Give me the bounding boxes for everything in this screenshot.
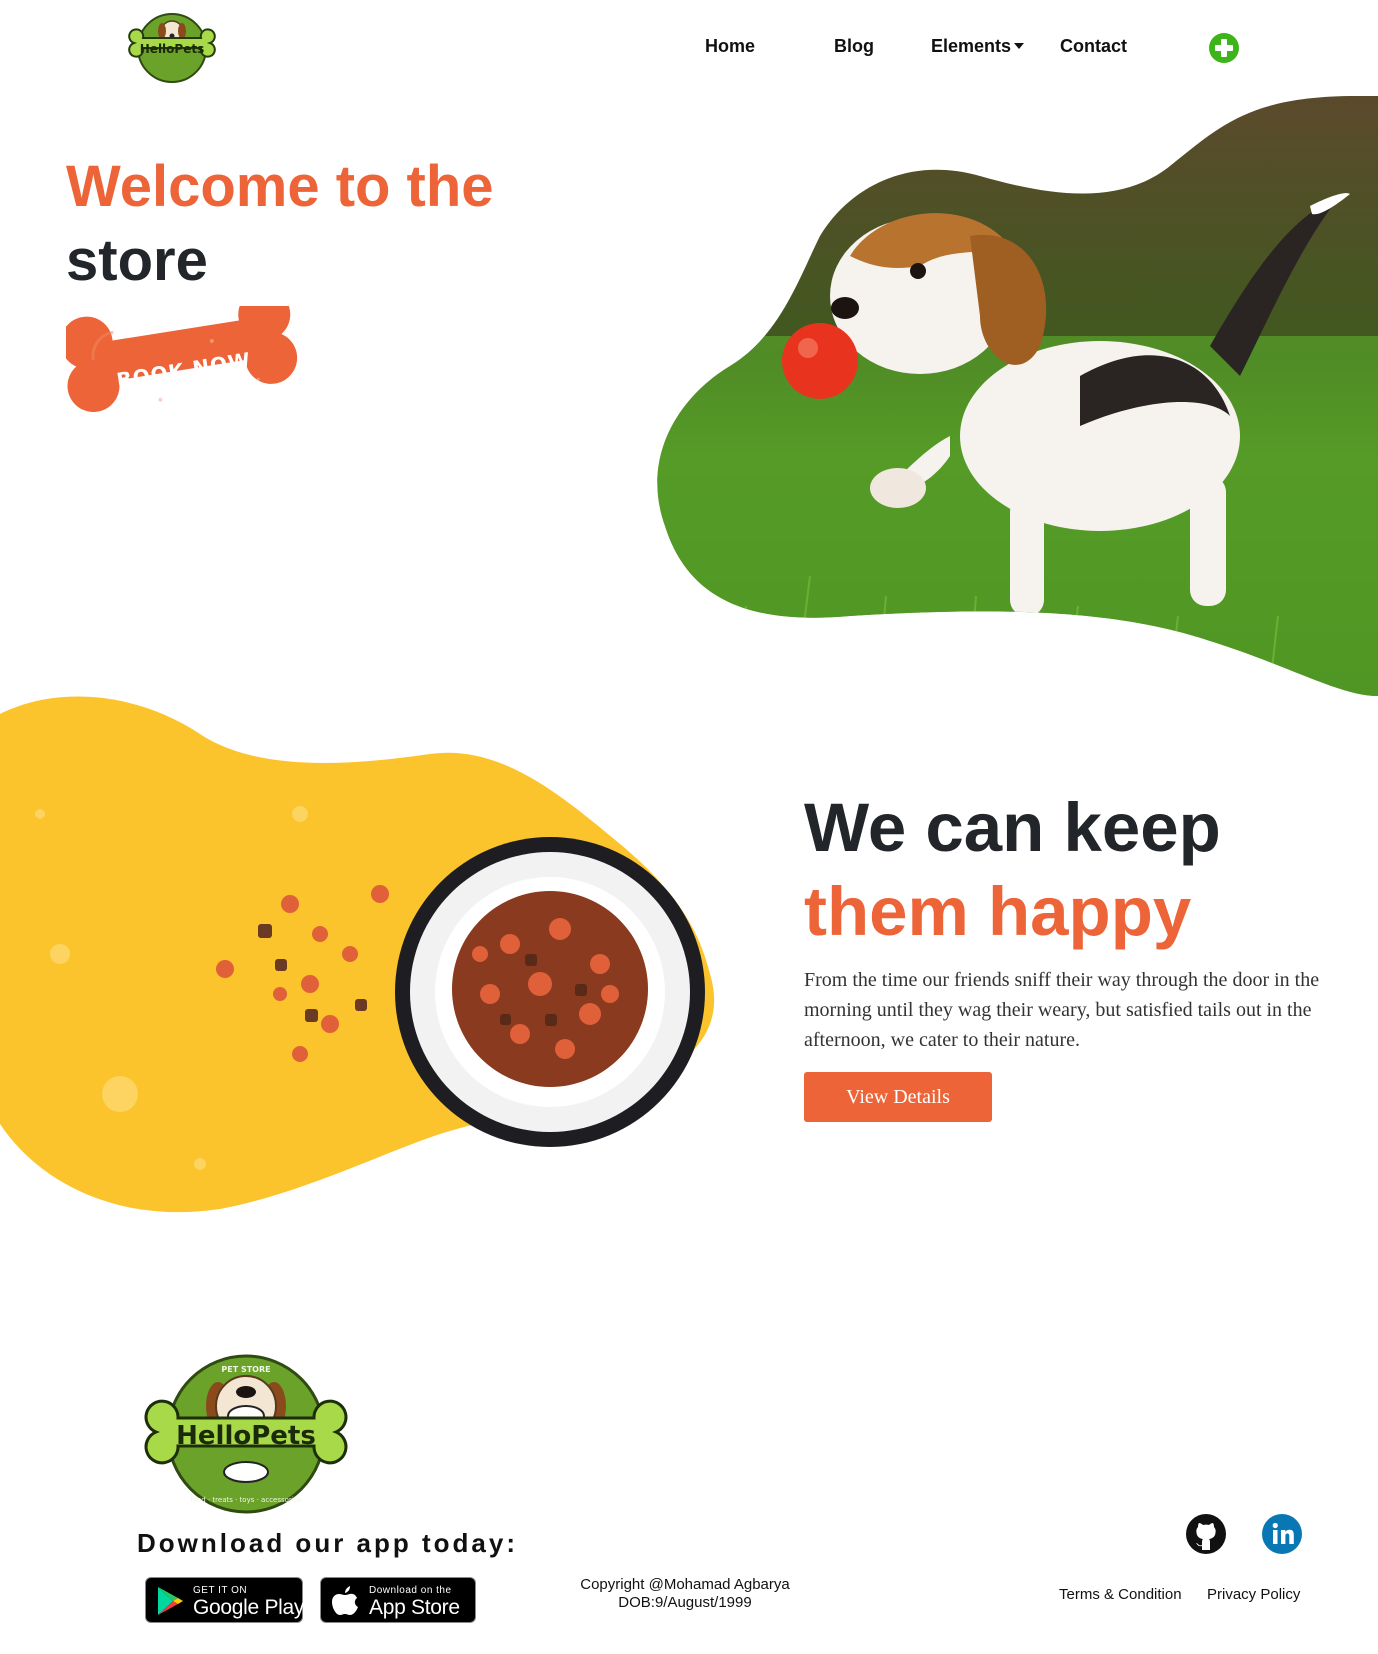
google-play-badge[interactable]: GET IT ON Google Play bbox=[145, 1577, 305, 1623]
hellopets-footer-logo: PET STORE HelloPets food · treats · toys… bbox=[144, 1354, 348, 1514]
hero-title: Welcome to the store bbox=[66, 150, 494, 298]
download-app-title: Download our app today: bbox=[137, 1528, 518, 1558]
linkedin-icon[interactable] bbox=[1261, 1513, 1303, 1555]
copyright-line2: DOB:9/August/1999 bbox=[618, 1594, 752, 1611]
feature-title-line2: them happy bbox=[804, 873, 1192, 950]
footer-logo-bottom-text: food · treats · toys · accessories bbox=[190, 1496, 302, 1504]
caret-down-icon bbox=[1014, 43, 1025, 49]
google-play-small-text: GET IT ON bbox=[193, 1585, 248, 1596]
terms-link[interactable]: Terms & Condition bbox=[1059, 1586, 1182, 1603]
book-now-button[interactable]: BOOK NOW bbox=[66, 306, 298, 434]
beagle-puppy-image bbox=[657, 96, 1378, 696]
feature-title-line1: We can keep bbox=[804, 789, 1221, 866]
nav-elements-dropdown[interactable]: Elements bbox=[931, 36, 1025, 57]
footer-logo-text: HelloPets bbox=[176, 1421, 316, 1451]
nav-elements-label: Elements bbox=[931, 36, 1012, 56]
google-play-icon bbox=[158, 1587, 183, 1615]
github-icon[interactable] bbox=[1185, 1513, 1227, 1555]
nav-home-link[interactable]: Home bbox=[705, 36, 755, 57]
plus-circle-icon[interactable] bbox=[1209, 33, 1239, 63]
hero-title-line1: Welcome to the bbox=[66, 154, 494, 219]
apple-icon bbox=[332, 1586, 358, 1615]
dog-food-bowl-image bbox=[0, 696, 715, 1213]
copyright-text: Copyright @Mohamad Agbarya DOB:9/August/… bbox=[560, 1576, 810, 1612]
nav-contact-link[interactable]: Contact bbox=[1060, 36, 1127, 57]
feature-description: From the time our friends sniff their wa… bbox=[804, 969, 1320, 1051]
footer-logo-top-text: PET STORE bbox=[221, 1365, 270, 1374]
google-play-big-text: Google Play bbox=[193, 1596, 305, 1619]
app-store-small-text: Download on the bbox=[369, 1585, 452, 1596]
view-details-button[interactable]: View Details bbox=[804, 1072, 992, 1122]
nav-blog-link[interactable]: Blog bbox=[834, 36, 874, 57]
privacy-link[interactable]: Privacy Policy bbox=[1207, 1586, 1300, 1603]
feature-title: We can keep them happy bbox=[804, 786, 1221, 954]
copyright-line1: Copyright @Mohamad Agbarya bbox=[580, 1576, 790, 1593]
app-store-badge[interactable]: Download on the App Store bbox=[320, 1577, 476, 1623]
logo-small-text: HelloPets bbox=[140, 42, 204, 56]
hellopets-logo[interactable]: HelloPets bbox=[124, 12, 220, 84]
hero-title-line2: store bbox=[66, 228, 208, 293]
app-store-big-text: App Store bbox=[369, 1596, 460, 1619]
